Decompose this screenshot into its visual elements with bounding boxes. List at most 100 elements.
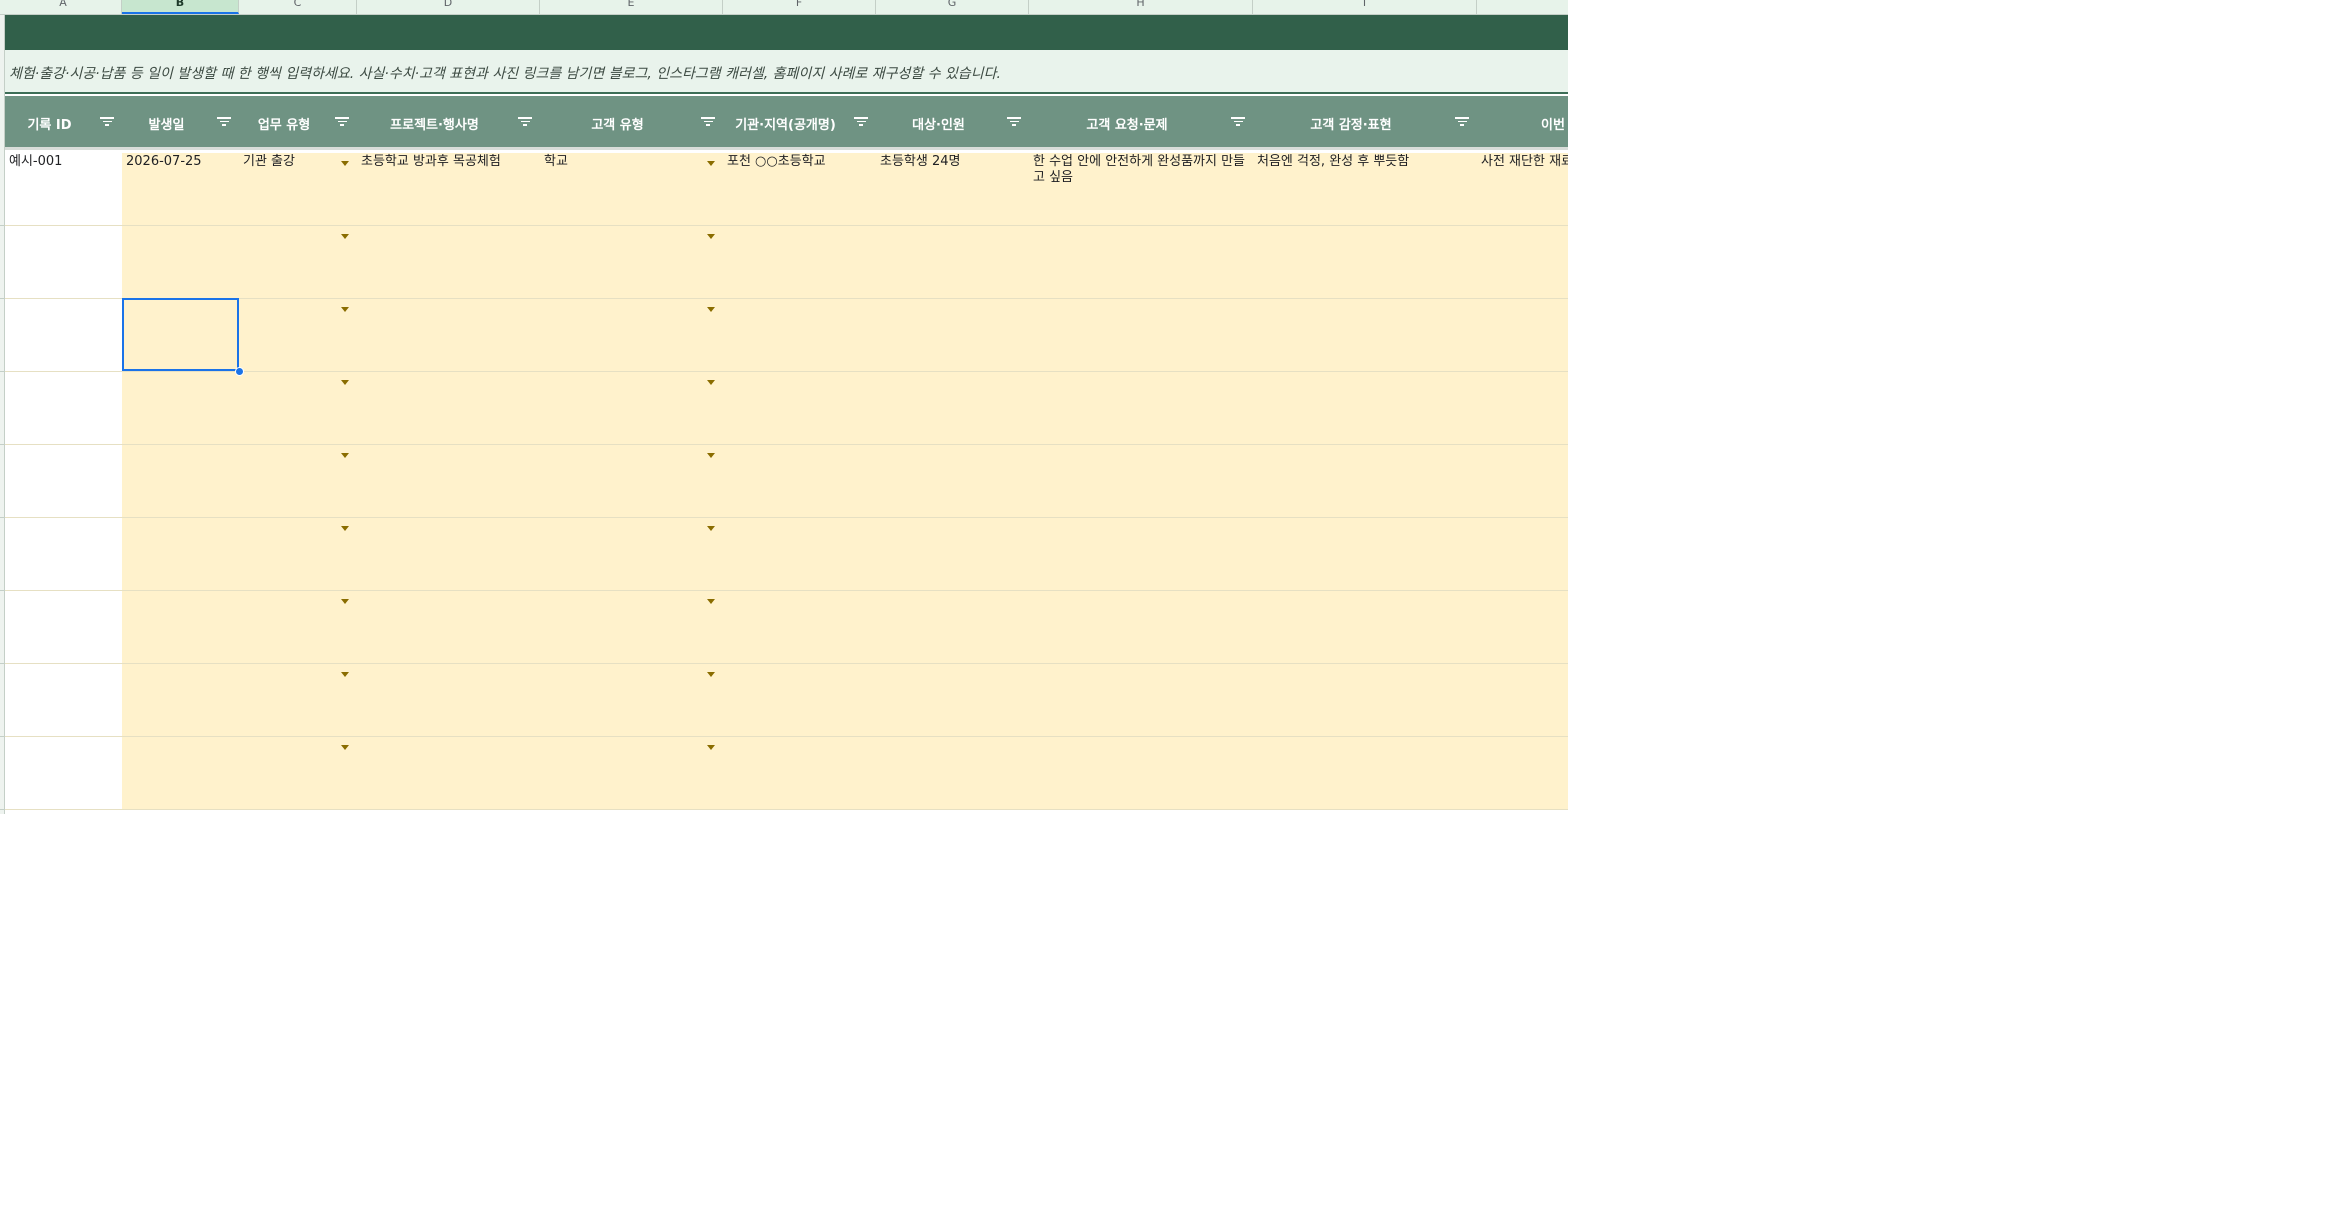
cell-action[interactable]: [1477, 591, 1568, 663]
cell-type[interactable]: 기관 출강: [239, 153, 357, 225]
cell-target[interactable]: [876, 226, 1029, 298]
column-header-e[interactable]: E: [540, 0, 723, 14]
cell-region[interactable]: [723, 737, 876, 809]
cell-emotion[interactable]: [1253, 372, 1477, 444]
cell-action[interactable]: [1477, 299, 1568, 371]
column-header-a[interactable]: A: [5, 0, 122, 14]
cell-customer-type[interactable]: [540, 518, 723, 590]
cell-id[interactable]: [5, 737, 122, 809]
dropdown-arrow-icon[interactable]: [341, 380, 349, 385]
cell-customer-type[interactable]: [540, 591, 723, 663]
cell-action[interactable]: [1477, 445, 1568, 517]
column-header-b[interactable]: B: [122, 0, 239, 14]
dropdown-arrow-icon[interactable]: [341, 307, 349, 312]
cell-target[interactable]: [876, 591, 1029, 663]
filter-icon[interactable]: [335, 117, 349, 127]
cell-project[interactable]: 초등학교 방과후 목공체험: [357, 153, 540, 225]
cell-region[interactable]: [723, 299, 876, 371]
cell-target[interactable]: [876, 445, 1029, 517]
cell-project[interactable]: [357, 226, 540, 298]
cell-id[interactable]: [5, 518, 122, 590]
cell-project[interactable]: [357, 372, 540, 444]
cell-type[interactable]: [239, 299, 357, 371]
dropdown-arrow-icon[interactable]: [707, 672, 715, 677]
cell-request[interactable]: [1029, 518, 1253, 590]
cell-request[interactable]: [1029, 591, 1253, 663]
filter-icon[interactable]: [1007, 117, 1021, 127]
column-header-i[interactable]: I: [1253, 0, 1477, 14]
cell-region[interactable]: [723, 518, 876, 590]
cell-id[interactable]: [5, 664, 122, 736]
cell-type[interactable]: [239, 737, 357, 809]
dropdown-arrow-icon[interactable]: [341, 599, 349, 604]
cell-action[interactable]: [1477, 372, 1568, 444]
cell-type[interactable]: [239, 372, 357, 444]
header-cell-emotion[interactable]: 고객 감정·표현: [1253, 96, 1477, 147]
cell-target[interactable]: [876, 664, 1029, 736]
cell-customer-type[interactable]: [540, 226, 723, 298]
cell-action[interactable]: [1477, 518, 1568, 590]
cell-date[interactable]: [122, 664, 239, 736]
header-cell-record-id[interactable]: 기록 ID: [5, 96, 122, 147]
header-cell-target[interactable]: 대상·인원: [876, 96, 1029, 147]
cell-id[interactable]: [5, 591, 122, 663]
cell-type[interactable]: [239, 664, 357, 736]
cell-emotion[interactable]: [1253, 664, 1477, 736]
column-header-h[interactable]: H: [1029, 0, 1253, 14]
cell-region[interactable]: [723, 445, 876, 517]
cell-emotion[interactable]: [1253, 299, 1477, 371]
column-header-c[interactable]: C: [239, 0, 357, 14]
cell-date[interactable]: [122, 518, 239, 590]
dropdown-arrow-icon[interactable]: [707, 234, 715, 239]
header-cell-region[interactable]: 기관·지역(공개명): [723, 96, 876, 147]
header-cell-date[interactable]: 발생일: [122, 96, 239, 147]
cell-request[interactable]: [1029, 372, 1253, 444]
cell-action[interactable]: 사전 재단한 재료 진행: [1477, 153, 1568, 225]
cell-emotion[interactable]: [1253, 445, 1477, 517]
cell-id[interactable]: [5, 372, 122, 444]
dropdown-arrow-icon[interactable]: [341, 234, 349, 239]
cell-region[interactable]: [723, 226, 876, 298]
dropdown-arrow-icon[interactable]: [707, 526, 715, 531]
cell-project[interactable]: [357, 737, 540, 809]
filter-icon[interactable]: [701, 117, 715, 127]
cell-action[interactable]: [1477, 737, 1568, 809]
dropdown-arrow-icon[interactable]: [707, 599, 715, 604]
filter-icon[interactable]: [100, 117, 114, 127]
cell-id[interactable]: [5, 445, 122, 517]
cell-target[interactable]: [876, 737, 1029, 809]
cell-target[interactable]: [876, 372, 1029, 444]
filter-icon[interactable]: [217, 117, 231, 127]
header-cell-project[interactable]: 프로젝트·행사명: [357, 96, 540, 147]
column-header-g[interactable]: G: [876, 0, 1029, 14]
cell-date[interactable]: [122, 226, 239, 298]
cell-project[interactable]: [357, 664, 540, 736]
dropdown-arrow-icon[interactable]: [341, 526, 349, 531]
cell-date[interactable]: [122, 372, 239, 444]
header-cell-customer-type[interactable]: 고객 유형: [540, 96, 723, 147]
cell-request[interactable]: [1029, 737, 1253, 809]
cell-target[interactable]: 초등학생 24명: [876, 153, 1029, 225]
cell-customer-type[interactable]: [540, 299, 723, 371]
cell-type[interactable]: [239, 591, 357, 663]
dropdown-arrow-icon[interactable]: [707, 161, 715, 166]
filter-icon[interactable]: [854, 117, 868, 127]
cell-type[interactable]: [239, 226, 357, 298]
cell-customer-type[interactable]: [540, 737, 723, 809]
header-cell-work-type[interactable]: 업무 유형: [239, 96, 357, 147]
column-header-d[interactable]: D: [357, 0, 540, 14]
cell-date[interactable]: 2026-07-25: [122, 153, 239, 225]
cell-project[interactable]: [357, 445, 540, 517]
cell-id[interactable]: [5, 226, 122, 298]
cell-date[interactable]: [122, 445, 239, 517]
cell-id[interactable]: 예시-001: [5, 153, 122, 225]
dropdown-arrow-icon[interactable]: [341, 672, 349, 677]
cell-request[interactable]: [1029, 664, 1253, 736]
cell-emotion[interactable]: [1253, 591, 1477, 663]
cell-target[interactable]: [876, 518, 1029, 590]
cell-request[interactable]: 한 수업 안에 안전하게 완성품까지 만들고 싶음: [1029, 153, 1253, 225]
cell-date[interactable]: [122, 737, 239, 809]
header-cell-action[interactable]: 이번: [1477, 96, 1568, 147]
cell-request[interactable]: [1029, 226, 1253, 298]
cell-project[interactable]: [357, 591, 540, 663]
